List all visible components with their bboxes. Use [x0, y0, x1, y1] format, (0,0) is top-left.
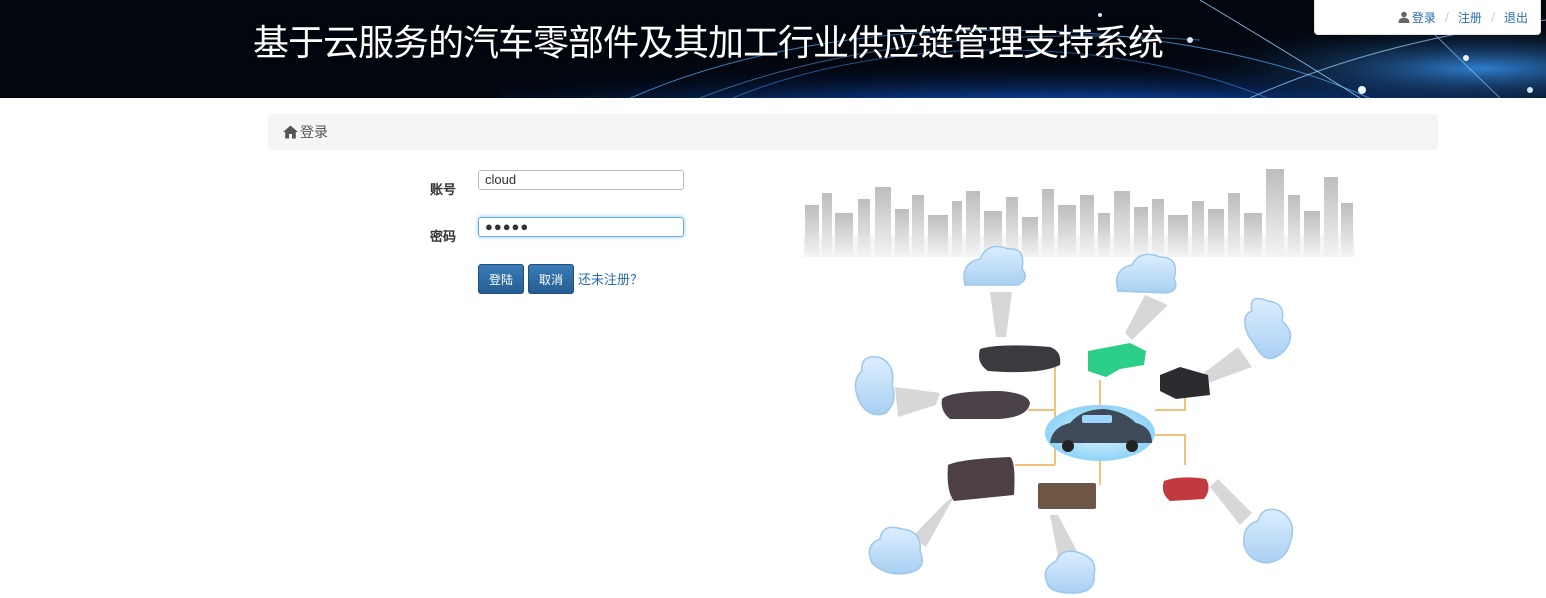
cloud-supply-chain-illustration [803, 169, 1355, 594]
account-input[interactable]: cloud [478, 170, 684, 190]
breadcrumb: 登录 [268, 114, 1438, 150]
carpet-part-image [1038, 483, 1096, 509]
seat-part-image [1160, 367, 1210, 399]
logout-link[interactable]: 退出 [1504, 9, 1528, 26]
password-input[interactable]: ●●●●● [478, 217, 684, 237]
register-link[interactable]: 还未注册？ [578, 269, 643, 288]
dashboard-part-image [941, 391, 1030, 419]
bumper-part-image [979, 345, 1061, 373]
password-label: 密码 [430, 230, 457, 245]
nav-separator: / [1444, 10, 1449, 24]
breadcrumb-current: 登录 [300, 125, 328, 141]
user-icon [1398, 11, 1410, 23]
cloud-icon [854, 356, 895, 416]
frame-part-image [1088, 343, 1146, 377]
cloud-icon [868, 526, 923, 575]
site-title: 基于云服务的汽车零部件及其加工行业供应链管理支持系统 [253, 23, 1164, 64]
login-link-label: 登录 [1411, 10, 1436, 25]
cloud-icon [1244, 297, 1292, 360]
nav-separator: / [1490, 10, 1495, 24]
cloud-icon [1243, 508, 1294, 564]
cloud-icon [1044, 550, 1096, 594]
car-image [1045, 405, 1155, 461]
login-button[interactable]: 登陆 [478, 264, 524, 294]
tail-light-part-image [1162, 477, 1209, 501]
top-nav: 登录 / 注册 / 退出 [1314, 0, 1541, 35]
register-nav-link[interactable]: 注册 [1458, 9, 1482, 26]
account-label: 账号 [430, 183, 457, 198]
login-link[interactable]: 登录 [1398, 9, 1436, 26]
cloud-icon [1115, 253, 1177, 294]
city-skyline-image [803, 169, 1355, 257]
cancel-button[interactable]: 取消 [528, 264, 574, 294]
door-panel-part-image [947, 457, 1015, 501]
home-icon [283, 125, 298, 139]
